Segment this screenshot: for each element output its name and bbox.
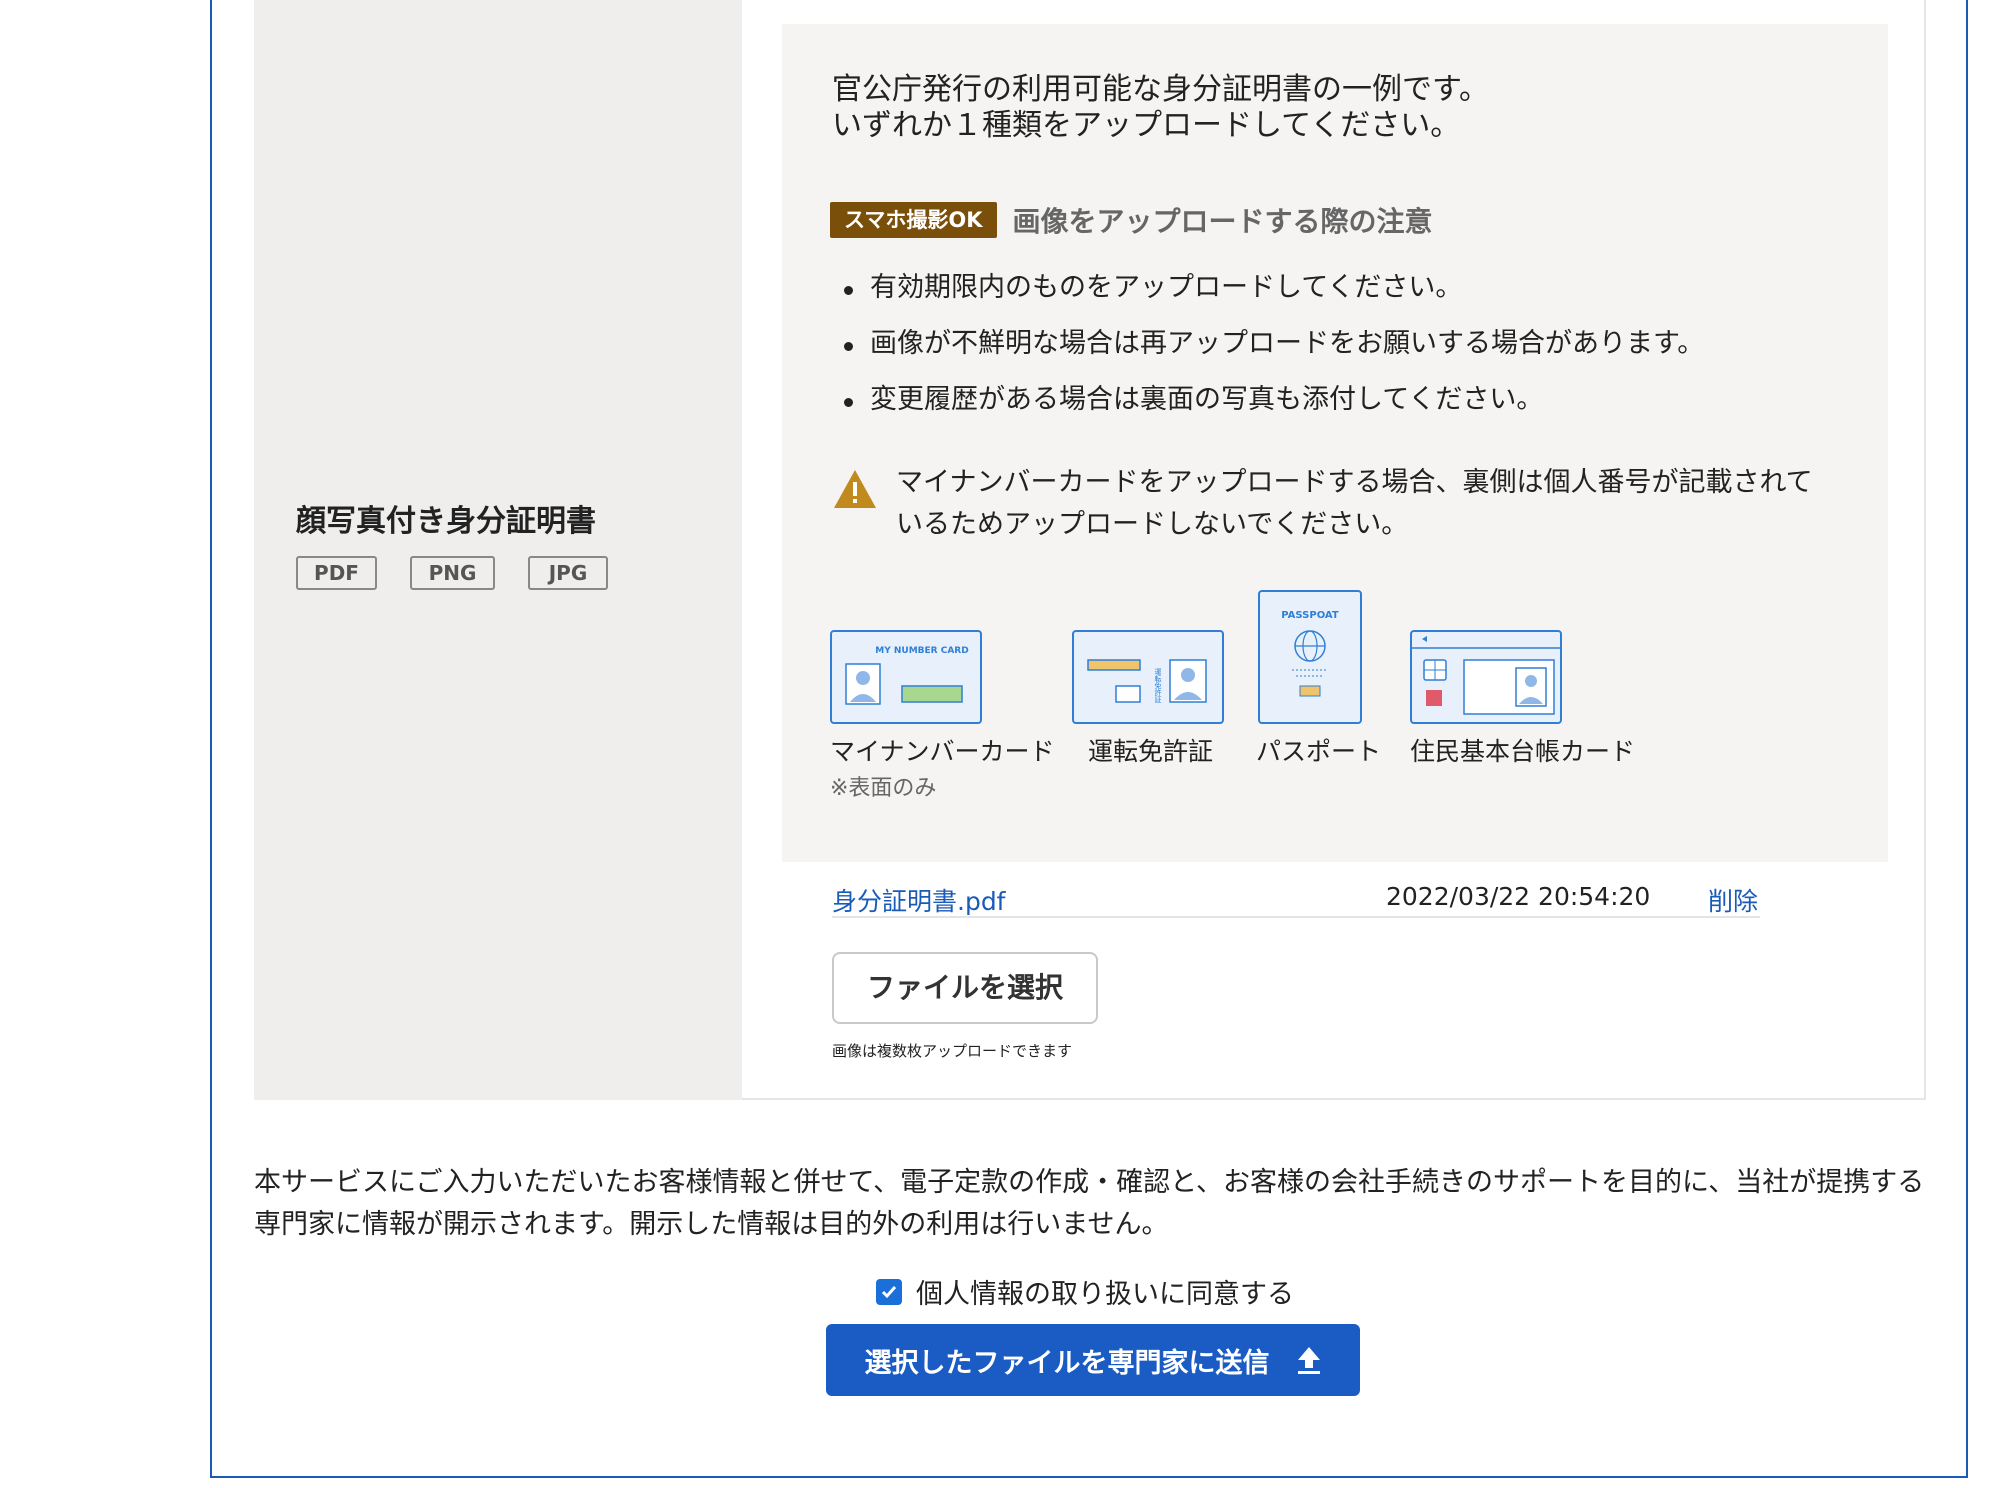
upload-panel: 顔写真付き身分証明書 PDF PNG JPG 官公庁発行の利用可能な身分証明書の…: [210, 0, 1968, 1478]
submit-to-expert-button[interactable]: 選択したファイルを専門家に送信: [826, 1324, 1360, 1396]
residence-card-icon: [1410, 630, 1562, 724]
format-badge-jpg: JPG: [528, 556, 608, 590]
multiple-upload-note: 画像は複数枚アップロードできます: [832, 1042, 1073, 1060]
drivers-license-label: 運転免許証: [1088, 737, 1214, 766]
section-title: 顔写真付き身分証明書: [296, 504, 596, 539]
label-column: 顔写真付き身分証明書 PDF PNG JPG: [254, 0, 742, 1100]
passport-card-text: PASSPOAT: [1281, 610, 1339, 621]
drivers-license-card-text: 運転免許証: [1154, 667, 1162, 704]
check-icon: [881, 1285, 897, 1298]
mynumber-card-label: マイナンバーカード: [830, 737, 1055, 766]
info-box: 官公庁発行の利用可能な身分証明書の一例です。 いずれか１種類をアップロードしてく…: [782, 24, 1888, 862]
format-badges: PDF PNG JPG: [296, 556, 608, 590]
uploaded-file-row: 身分証明書.pdf 2022/03/22 20:54:20 削除: [832, 878, 1760, 918]
content-column: 官公庁発行の利用可能な身分証明書の一例です。 いずれか１種類をアップロードしてく…: [742, 0, 1926, 1100]
format-badge-pdf: PDF: [296, 556, 377, 590]
id-card-examples: MY NUMBER CARD マイナンバーカード ※表面のみ 運転免許証 運転免…: [782, 24, 1888, 862]
passport-icon: PASSPOAT: [1258, 590, 1362, 724]
mynumber-card-note: ※表面のみ: [830, 776, 937, 801]
file-name-link[interactable]: 身分証明書.pdf: [832, 882, 1006, 918]
format-badge-png: PNG: [410, 556, 495, 590]
choose-file-button[interactable]: ファイルを選択: [832, 952, 1098, 1024]
mynumber-card-icon: MY NUMBER CARD: [830, 630, 982, 724]
consent-text: 本サービスにご入力いただいたお客様情報と併せて、電子定款の作成・確認と、お客様の…: [254, 1167, 1925, 1240]
drivers-license-icon: 運転免許証: [1072, 630, 1224, 724]
mynumber-card-text: MY NUMBER CARD: [875, 646, 968, 656]
id-document-row: 顔写真付き身分証明書 PDF PNG JPG 官公庁発行の利用可能な身分証明書の…: [254, 0, 1926, 1100]
agree-checkbox-row[interactable]: 個人情報の取り扱いに同意する: [876, 1272, 1294, 1311]
submit-label: 選択したファイルを専門家に送信: [864, 1347, 1270, 1379]
agree-label: 個人情報の取り扱いに同意する: [916, 1279, 1294, 1310]
upload-icon: [1297, 1347, 1320, 1374]
agree-checkbox[interactable]: [876, 1278, 902, 1305]
passport-label: パスポート: [1256, 737, 1382, 766]
residence-card-label: 住民基本台帳カード: [1410, 737, 1636, 766]
delete-file-link[interactable]: 削除: [1708, 882, 1758, 918]
file-upload-date: 2022/03/22 20:54:20: [1386, 882, 1651, 911]
